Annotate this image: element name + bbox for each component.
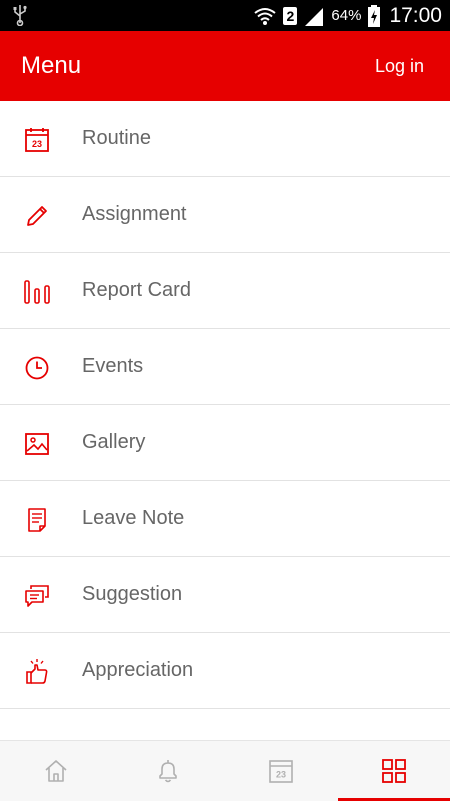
menu-item-label: Gallery (82, 431, 146, 453)
status-bar: 2 64% 17:00 (0, 0, 450, 31)
menu-item-suggestion[interactable]: Suggestion (0, 557, 450, 633)
login-button[interactable]: Log in (375, 56, 424, 77)
bar-chart-icon (24, 280, 50, 304)
clock: 17:00 (389, 3, 442, 27)
menu-item-leave-note[interactable]: Leave Note (0, 481, 450, 557)
app-bar: Menu Log in (0, 31, 450, 101)
tab-calendar[interactable]: 23 (225, 741, 337, 801)
menu-item-label: Report Card (82, 279, 191, 301)
wifi-icon (254, 7, 277, 25)
calendar-icon: 23 (269, 760, 293, 783)
menu-item-gallery[interactable]: Gallery (0, 405, 450, 481)
tab-notifications[interactable] (112, 741, 224, 801)
thumbs-up-icon (26, 659, 48, 684)
grid-icon (382, 759, 406, 783)
menu-item-routine[interactable]: 23 Routine (0, 101, 450, 177)
tab-menu[interactable] (338, 741, 450, 801)
pencil-icon (27, 206, 47, 226)
home-icon (45, 760, 67, 782)
sim-badge: 2 (283, 6, 298, 25)
clock-icon (25, 356, 49, 380)
bell-icon (159, 760, 177, 783)
menu-item-label: Appreciation (82, 659, 194, 681)
menu-item-events[interactable]: Events (0, 329, 450, 405)
menu-item-label: Assignment (82, 203, 187, 225)
menu-item-report-card[interactable]: Report Card (0, 253, 450, 329)
page-title: Menu (21, 52, 82, 79)
calendar-tab-badge: 23 (276, 770, 286, 780)
calendar-icon: 23 (25, 128, 49, 152)
chat-icon (25, 585, 49, 607)
signal-icon (305, 7, 324, 26)
note-icon (28, 508, 46, 532)
menu-item-label: Suggestion (82, 583, 183, 605)
battery-percent: 64% (331, 7, 362, 24)
calendar-icon-badge: 23 (32, 139, 42, 149)
menu-item-assignment[interactable]: Assignment (0, 177, 450, 253)
menu-item-label: Events (82, 355, 144, 377)
image-icon (25, 433, 49, 455)
bottom-nav: 23 (0, 740, 450, 801)
menu-item-label: Routine (82, 127, 151, 149)
battery-charging-icon (368, 4, 381, 27)
tab-home[interactable] (0, 741, 112, 801)
menu-list: 23 Routine Assignment Report Card Events… (0, 101, 450, 709)
menu-item-label: Leave Note (82, 507, 185, 529)
usb-icon (13, 5, 27, 26)
menu-item-appreciation[interactable]: Appreciation (0, 633, 450, 709)
